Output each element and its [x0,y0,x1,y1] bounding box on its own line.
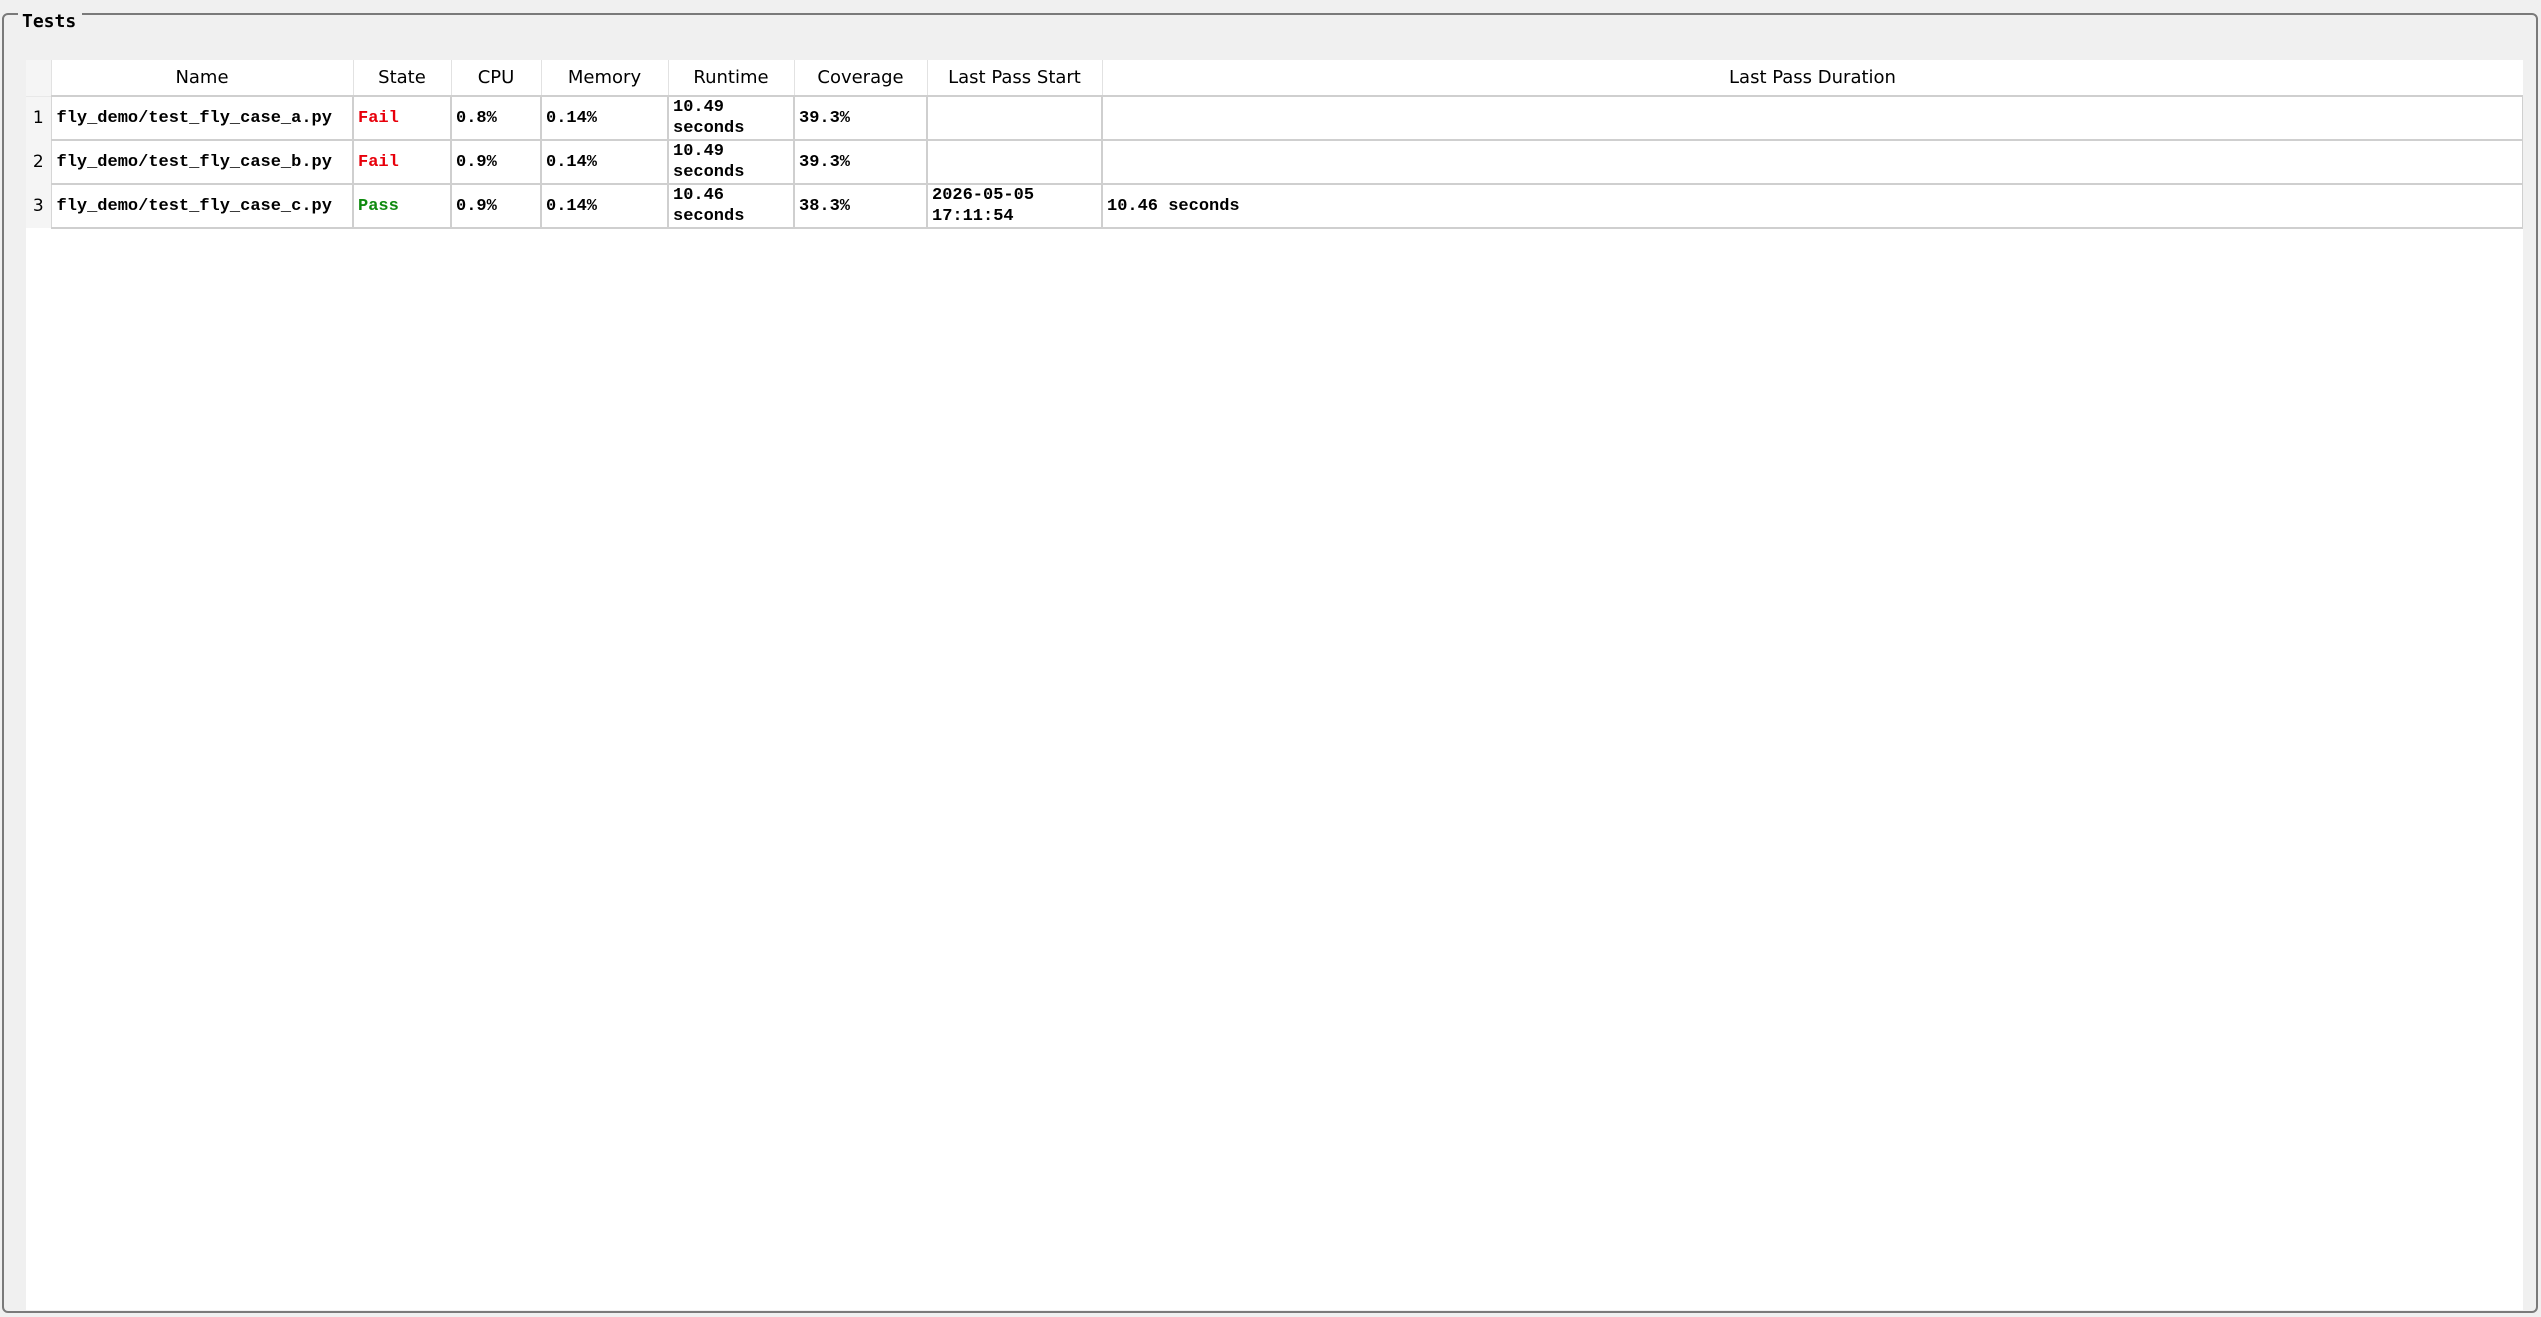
cell-coverage[interactable]: 39.3% [793,139,928,185]
cell-name[interactable]: fly_demo/test_fly_case_c.py [50,183,354,229]
tests-groupbox: Tests Name State CPU Memory Runtime Cove… [2,13,2538,1313]
cell-cpu[interactable]: 0.9% [450,139,542,185]
cell-cpu[interactable]: 0.8% [450,95,542,141]
cell-memory[interactable]: 0.14% [540,95,669,141]
column-header-runtime[interactable]: Runtime [668,60,795,97]
corner-header[interactable] [26,60,52,97]
cell-state[interactable]: Fail [352,95,452,141]
column-header-memory[interactable]: Memory [541,60,669,97]
column-header-state[interactable]: State [353,60,452,97]
cell-runtime[interactable]: 10.46 seconds [667,183,795,229]
table-header-row: Name State CPU Memory Runtime Coverage L… [26,60,2523,97]
cell-state[interactable]: Pass [352,183,452,229]
cell-name[interactable]: fly_demo/test_fly_case_b.py [50,139,354,185]
column-header-last-pass-start[interactable]: Last Pass Start [927,60,1103,97]
cell-memory[interactable]: 0.14% [540,183,669,229]
cell-last-pass-duration[interactable]: 10.46 seconds [1101,183,2523,229]
cell-name[interactable]: fly_demo/test_fly_case_a.py [50,95,354,141]
cell-state[interactable]: Fail [352,139,452,185]
table-row[interactable]: 3 fly_demo/test_fly_case_c.py Pass 0.9% … [26,183,2523,229]
cell-last-pass-duration[interactable] [1101,95,2523,141]
column-header-coverage[interactable]: Coverage [794,60,928,97]
column-header-last-pass-duration[interactable]: Last Pass Duration [1102,60,2523,97]
row-index[interactable]: 2 [26,140,51,184]
row-index[interactable]: 1 [26,96,51,140]
cell-last-pass-start[interactable] [926,139,1103,185]
cell-runtime[interactable]: 10.49 seconds [667,139,795,185]
cell-last-pass-duration[interactable] [1101,139,2523,185]
groupbox-title: Tests [18,13,83,31]
row-index[interactable]: 3 [26,184,51,228]
tests-table[interactable]: Name State CPU Memory Runtime Coverage L… [26,60,2523,1310]
column-header-name[interactable]: Name [51,60,354,97]
cell-cpu[interactable]: 0.9% [450,183,542,229]
column-header-cpu[interactable]: CPU [451,60,542,97]
cell-last-pass-start[interactable] [926,95,1103,141]
cell-last-pass-start[interactable]: 2026-05-05 17:11:54 [926,183,1103,229]
cell-memory[interactable]: 0.14% [540,139,669,185]
cell-runtime[interactable]: 10.49 seconds [667,95,795,141]
cell-coverage[interactable]: 38.3% [793,183,928,229]
table-row[interactable]: 2 fly_demo/test_fly_case_b.py Fail 0.9% … [26,139,2523,185]
table-row[interactable]: 1 fly_demo/test_fly_case_a.py Fail 0.8% … [26,95,2523,141]
cell-coverage[interactable]: 39.3% [793,95,928,141]
